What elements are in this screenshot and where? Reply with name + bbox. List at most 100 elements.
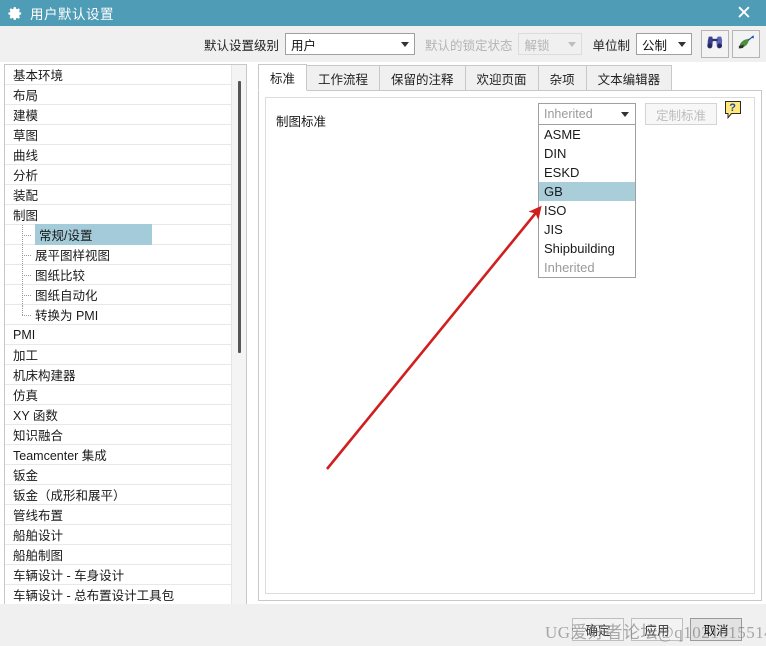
- units-label: 单位制: [592, 38, 630, 53]
- sidebar-item-label: 制图: [13, 209, 39, 223]
- sidebar-item[interactable]: Teamcenter 集成: [5, 445, 232, 465]
- sidebar-item-label: 机床构建器: [13, 369, 76, 383]
- default-level-value: 用户: [290, 38, 316, 53]
- tree-scrollbar[interactable]: [231, 65, 246, 618]
- apply-button[interactable]: 应用: [631, 618, 683, 641]
- toolbar: 默认设置级别 用户 默认的锁定状态 解锁 单位制 公制: [0, 26, 766, 62]
- sidebar-item[interactable]: 曲线: [5, 145, 232, 165]
- sidebar-item-label: 曲线: [13, 149, 39, 163]
- sidebar-item-label: PMI: [13, 327, 36, 342]
- tab-label: 工作流程: [318, 72, 369, 87]
- sidebar-item[interactable]: 钣金（成形和展平）: [5, 485, 232, 505]
- sidebar-item-label: 装配: [13, 189, 39, 203]
- dropdown-option[interactable]: DIN: [539, 144, 635, 163]
- gear-arrow-icon: [736, 34, 756, 55]
- sidebar-item-label: 车辆设计 - 总布置设计工具包: [13, 589, 175, 603]
- tree-scrollbar-thumb[interactable]: [238, 81, 241, 353]
- dropdown-option[interactable]: JIS: [539, 220, 635, 239]
- dropdown-option-label: Inherited: [544, 260, 595, 275]
- sidebar-item-label: 转换为 PMI: [35, 309, 99, 323]
- tab-label: 标准: [270, 72, 296, 86]
- tab-item[interactable]: 标准: [258, 64, 308, 91]
- tab-item[interactable]: 杂项: [537, 65, 587, 90]
- drafting-standard-dropdown[interactable]: Inherited ASME DIN ESKD GB ISO JIS Shipbuildin…: [538, 103, 636, 278]
- sidebar-item[interactable]: 布局: [5, 85, 232, 105]
- dropdown-option[interactable]: GB: [539, 182, 635, 201]
- tree-guide: [5, 225, 35, 244]
- dropdown-option[interactable]: Inherited: [539, 258, 635, 277]
- default-level-combo[interactable]: 用户: [284, 33, 415, 55]
- dropdown-option-label: Shipbuilding: [544, 241, 615, 256]
- dropdown-option-label: DIN: [544, 146, 567, 161]
- dropdown-option[interactable]: Shipbuilding: [539, 239, 635, 258]
- sidebar-item[interactable]: 管线布置: [5, 505, 232, 525]
- dropdown-option[interactable]: ESKD: [539, 163, 635, 182]
- dialog-footer: 确定 应用 取消: [0, 604, 766, 646]
- lock-state-label: 默认的锁定状态: [424, 38, 513, 53]
- drafting-standard-value: Inherited: [544, 107, 593, 121]
- find-button[interactable]: [701, 30, 729, 58]
- sidebar-item[interactable]: 常规/设置: [5, 224, 232, 245]
- tab-item[interactable]: 保留的注释: [379, 65, 466, 90]
- sidebar-item[interactable]: 图纸自动化: [5, 285, 232, 305]
- ok-button[interactable]: 确定: [572, 618, 624, 641]
- sidebar-item[interactable]: 仿真: [5, 385, 232, 405]
- sidebar-item[interactable]: 展平图样视图: [5, 245, 232, 265]
- sidebar-item-label: 管线布置: [13, 509, 64, 523]
- sidebar-item-label: 常规/设置: [35, 224, 153, 245]
- manage-button[interactable]: [732, 30, 760, 58]
- dropdown-option[interactable]: ISO: [539, 201, 635, 220]
- custom-standard-button: 定制标准: [645, 103, 717, 125]
- tree-guide: [5, 265, 35, 284]
- tree-guide: [5, 285, 35, 304]
- drafting-standard-options[interactable]: ASME DIN ESKD GB ISO JIS Shipbuilding Inherited: [538, 125, 636, 278]
- sidebar-item[interactable]: 知识融合: [5, 425, 232, 445]
- sidebar-item[interactable]: XY 函数: [5, 405, 232, 425]
- sidebar-item[interactable]: 机床构建器: [5, 365, 232, 385]
- lock-state-value: 解锁: [524, 38, 550, 53]
- sidebar-item-label: 图纸比较: [35, 269, 86, 283]
- sidebar-item-label: 知识融合: [13, 429, 64, 443]
- tab-item[interactable]: 工作流程: [306, 65, 381, 90]
- sidebar-item[interactable]: 船舶制图: [5, 545, 232, 565]
- window-title: 用户默认设置: [30, 7, 114, 22]
- settings-tree[interactable]: 基本环境布局建模草图曲线分析装配制图 常规/设置 展平图样视图图纸比较图纸自动化转换…: [4, 64, 247, 619]
- close-icon[interactable]: ✕: [722, 0, 766, 26]
- sidebar-item-label: Teamcenter 集成: [13, 449, 107, 463]
- tree-guide: [5, 305, 35, 324]
- sidebar-item[interactable]: 制图: [5, 205, 232, 225]
- drafting-standard-select[interactable]: Inherited: [538, 103, 636, 125]
- sidebar-item[interactable]: 钣金: [5, 465, 232, 485]
- tab-label: 保留的注释: [391, 72, 454, 87]
- sidebar-item[interactable]: 分析: [5, 165, 232, 185]
- sidebar-item-label: 建模: [13, 109, 39, 123]
- sidebar-item-label: 仿真: [13, 389, 39, 403]
- sidebar-item[interactable]: 基本环境: [5, 65, 232, 85]
- units-combo[interactable]: 公制: [636, 33, 692, 55]
- tab-item[interactable]: 文本编辑器: [585, 65, 673, 90]
- sidebar-item-label: 布局: [13, 89, 39, 103]
- tab-item[interactable]: 欢迎页面: [464, 65, 539, 90]
- sidebar-item[interactable]: 车辆设计 - 总布置设计工具包: [5, 585, 232, 605]
- svg-text:?: ?: [729, 102, 736, 114]
- sidebar-item[interactable]: PMI: [5, 325, 232, 345]
- sidebar-item[interactable]: 图纸比较: [5, 265, 232, 285]
- sidebar-item[interactable]: 转换为 PMI: [5, 305, 232, 325]
- sidebar-item-label: 钣金（成形和展平）: [13, 489, 126, 503]
- sidebar-item[interactable]: 草图: [5, 125, 232, 145]
- tree-guide: [5, 245, 35, 264]
- sidebar-item[interactable]: 建模: [5, 105, 232, 125]
- tab-label: 杂项: [549, 72, 575, 87]
- sidebar-item[interactable]: 加工: [5, 345, 232, 365]
- help-question-icon[interactable]: ?: [723, 100, 743, 122]
- sidebar-item[interactable]: 车辆设计 - 车身设计: [5, 565, 232, 585]
- sidebar-item[interactable]: 装配: [5, 185, 232, 205]
- sidebar-item-label: 分析: [13, 169, 39, 183]
- settings-panel: 标准 工作流程 保留的注释 欢迎页面 杂项 文本编辑器 制图标准 Inherited AS…: [258, 64, 762, 601]
- sidebar-item[interactable]: 船舶设计: [5, 525, 232, 545]
- title-bar: 用户默认设置 ✕: [0, 0, 766, 26]
- dropdown-option[interactable]: ASME: [539, 125, 635, 144]
- panel-content: 制图标准 Inherited ASME DIN ESKD GB ISO JIS Shipbu…: [265, 97, 755, 594]
- chevron-down-icon: [568, 42, 577, 47]
- cancel-button[interactable]: 取消: [690, 618, 742, 641]
